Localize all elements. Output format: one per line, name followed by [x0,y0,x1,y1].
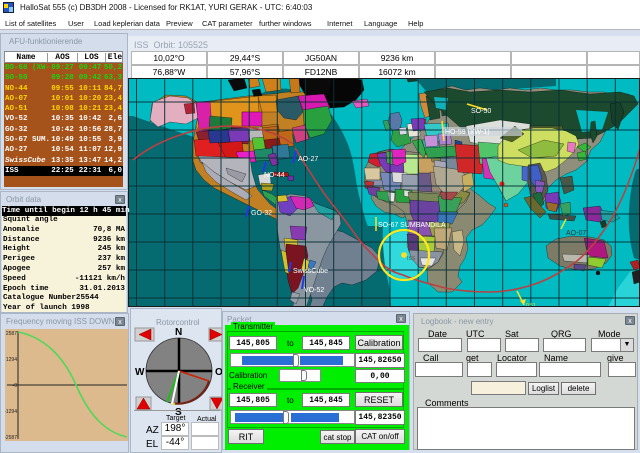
svg-text:HO-59 (XW-1): HO-59 (XW-1) [445,129,490,136]
svg-text:AO-07: AO-07 [566,230,586,237]
svg-text:ISS: ISS [407,256,416,262]
svg-text:-1294: -1294 [5,409,17,415]
svg-text:AO-27: AO-27 [298,156,318,163]
svg-text:SO-50: SO-50 [471,108,491,115]
svg-text:SwissCube: SwissCube [293,268,328,275]
svg-text:-2587: -2587 [5,435,17,441]
svg-text:VO-52: VO-52 [304,287,324,294]
svg-text:-0: -0 [13,383,18,389]
svg-text:1294: 1294 [6,357,17,363]
svg-text:SO-67 SUMBANDILA: SO-67 SUMBANDILA [378,222,446,229]
svg-text:GO-32: GO-32 [251,210,272,217]
svg-text:N: N [175,327,182,338]
svg-text:2587: 2587 [6,331,17,337]
svg-text:NO-44: NO-44 [264,172,285,179]
svg-text:W: W [135,367,145,378]
